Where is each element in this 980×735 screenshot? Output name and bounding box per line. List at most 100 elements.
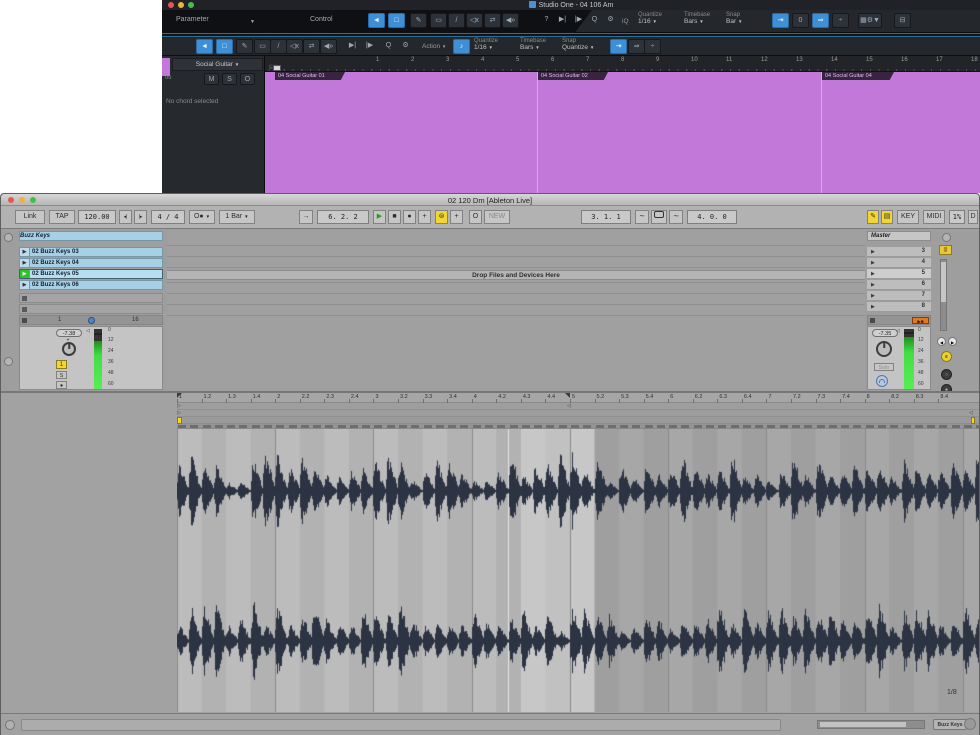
show-clip-overview-toggle[interactable] [942, 233, 951, 242]
warp-segment[interactable] [681, 425, 689, 428]
prev-view-toggle[interactable]: ◀ [937, 337, 946, 346]
quantize-dropdown[interactable]: Quantize 1/16 ▼ [474, 38, 498, 51]
warp-segment[interactable] [694, 425, 702, 428]
warp-segment[interactable] [866, 425, 874, 428]
clip-start-flag[interactable] [177, 417, 182, 424]
warp-segment[interactable] [424, 425, 432, 428]
warp-segment[interactable] [350, 425, 358, 428]
ableton-titlebar[interactable]: 02 120 Dm [Ableton Live] [1, 194, 979, 206]
warp-segment[interactable] [239, 425, 247, 428]
listen-tool-button[interactable]: ◀» [502, 13, 519, 28]
snap-dropdown[interactable]: Snap Bar ▼ [726, 12, 742, 25]
overdub-button[interactable]: + [418, 210, 431, 224]
warp-segment[interactable] [546, 425, 554, 428]
loop-brace-start-icon[interactable] [177, 393, 182, 398]
scene-play-icon[interactable]: ▶ [871, 260, 875, 266]
vertical-scrollbar[interactable] [940, 259, 947, 331]
warp-segment[interactable] [853, 425, 861, 428]
warp-segment[interactable] [878, 425, 886, 428]
disk-overload-indicator[interactable]: D [968, 210, 978, 224]
help-button[interactable]: ? [538, 13, 555, 28]
nudge-up-button[interactable]: |▸ [134, 210, 147, 224]
warp-segment[interactable] [448, 425, 456, 428]
warp-segment[interactable] [608, 425, 616, 428]
solo-button[interactable]: S [222, 73, 237, 85]
loop-start-display[interactable]: 3. 1. 1 [581, 210, 631, 224]
eraser-tool-button[interactable]: ▭ [430, 13, 447, 28]
warp-segment[interactable] [276, 425, 284, 428]
start-marker-row[interactable] [177, 417, 979, 424]
warp-segment[interactable] [559, 425, 567, 428]
warp-segment[interactable] [792, 425, 800, 428]
warp-segment[interactable] [903, 425, 911, 428]
warp-segment[interactable] [964, 425, 972, 428]
warp-segment[interactable] [264, 425, 272, 428]
paint-tool-button[interactable]: / [270, 39, 287, 54]
empty-clip-slot[interactable] [19, 293, 163, 303]
clip-end-flag[interactable] [971, 417, 975, 424]
scene-slot[interactable]: ▶6 [867, 280, 931, 290]
track-activator-button[interactable]: 1 [56, 360, 67, 369]
warp-segment[interactable] [952, 425, 960, 428]
warp-segment[interactable] [890, 425, 898, 428]
grid-settings-button[interactable]: ▦⚙▼ [858, 13, 882, 28]
show-mixer-toggle[interactable]: ≡ [941, 351, 952, 362]
session-record-button[interactable]: O [469, 210, 482, 224]
automation-arm-button[interactable]: ⊜ [435, 210, 448, 224]
key-map-button[interactable]: KEY [897, 210, 919, 224]
cpu-meter[interactable]: 1% [949, 210, 965, 224]
clip-play-icon[interactable]: ▶ [20, 248, 30, 256]
pan-dot[interactable] [88, 317, 95, 324]
eraser-tool-button[interactable]: ▭ [254, 39, 271, 54]
range-tool-button[interactable]: □ [216, 39, 233, 54]
warp-segment[interactable] [325, 425, 333, 428]
master-title[interactable]: Master [867, 231, 931, 241]
master-pan-knob[interactable] [876, 341, 892, 357]
solo-button[interactable]: S [56, 371, 67, 379]
loop-start-handle[interactable]: ▷ [177, 403, 181, 409]
loop-switch-button[interactable] [651, 210, 667, 224]
scene-slot[interactable]: ▶4 [867, 258, 931, 268]
warp-segment[interactable] [915, 425, 923, 428]
pencil-tool-button[interactable]: ✎ [236, 39, 253, 54]
loop-q-icon[interactable]: Q [586, 13, 603, 28]
warp-segment[interactable] [718, 425, 726, 428]
warp-segment[interactable] [583, 425, 591, 428]
bend-tool-button[interactable]: ⇄ [484, 13, 501, 28]
arrow-tool-button[interactable]: ◄ [196, 39, 213, 54]
session-clip-slot[interactable]: ▶02 Buzz Keys 05 [19, 269, 163, 279]
track-color-tab[interactable] [162, 58, 170, 76]
warp-segment[interactable] [362, 425, 370, 428]
new-button[interactable]: NEW [484, 210, 510, 224]
quantize-dropdown[interactable]: Quantize 1/16 ▼ [638, 12, 662, 25]
next-view-toggle[interactable]: ▶ [948, 337, 957, 346]
snap-toggle-button[interactable]: ⇥ [772, 13, 789, 28]
loop-brace-row[interactable]: ▷ ◁ [177, 403, 979, 410]
warp-segment[interactable] [706, 425, 714, 428]
autoscroll-button[interactable]: ⇒ [812, 13, 829, 28]
loop-q-icon[interactable]: Q [380, 39, 397, 54]
warp-segment[interactable] [939, 425, 947, 428]
stop-button[interactable]: ■ [388, 210, 401, 224]
warp-segment[interactable] [976, 425, 980, 428]
follow-button[interactable]: → [299, 210, 313, 224]
warp-segment[interactable] [387, 425, 395, 428]
scene-slot[interactable]: ▶8 [867, 302, 931, 312]
warp-segment[interactable] [767, 425, 775, 428]
follow-actions-button[interactable]: ▤ [881, 210, 893, 224]
session-clip-slot[interactable]: ▶02 Buzz Keys 03 [19, 247, 163, 257]
macro-icon[interactable]: ⚙ [602, 13, 619, 28]
scene-slot[interactable]: ▶7 [867, 291, 931, 301]
warp-segment[interactable] [534, 425, 542, 428]
warp-segment[interactable] [473, 425, 481, 428]
scrollbar-thumb[interactable] [941, 262, 946, 302]
warp-segment[interactable] [301, 425, 309, 428]
draw-mode-button[interactable]: ✎ [867, 210, 879, 224]
scene-play-icon[interactable]: ▶ [871, 304, 875, 310]
warp-segment[interactable] [657, 425, 665, 428]
warp-segment[interactable] [374, 425, 382, 428]
track-stop-button[interactable] [22, 318, 27, 323]
link-button[interactable]: Link [15, 210, 45, 224]
session-clip-slot[interactable]: ▶02 Buzz Keys 04 [19, 258, 163, 268]
loop-length-display[interactable]: 4. 0. 0 [687, 210, 737, 224]
